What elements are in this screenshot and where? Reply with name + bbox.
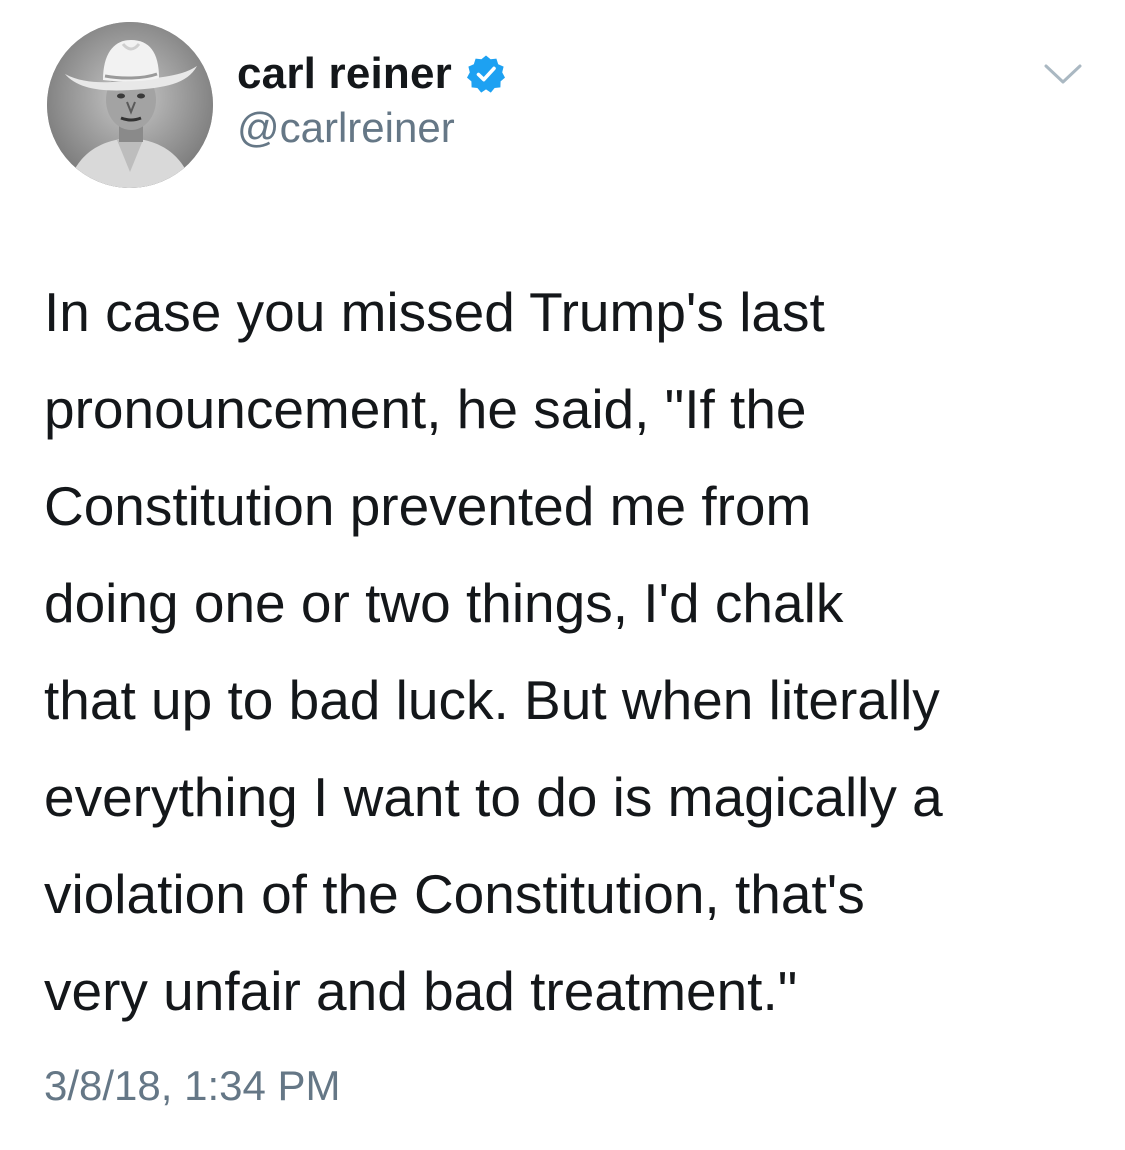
- chevron-down-icon[interactable]: [1040, 56, 1086, 92]
- tweet-text-line: violation of the Constitution, that's: [44, 863, 865, 925]
- tweet-text: In case you missed Trump's last pronounc…: [44, 264, 1094, 1040]
- tweet-text-line: Constitution prevented me from: [44, 475, 812, 537]
- profile-photo-icon: [47, 22, 213, 188]
- display-name[interactable]: carl reiner: [237, 49, 452, 99]
- tweet-timestamp[interactable]: 3/8/18, 1:34 PM: [44, 1062, 341, 1110]
- name-row: carl reiner: [237, 44, 506, 104]
- verified-badge-icon: [466, 54, 506, 94]
- tweet-text-line: doing one or two things, I'd chalk: [44, 572, 844, 634]
- user-handle[interactable]: @carlreiner: [237, 104, 455, 152]
- tweet-text-line: pronouncement, he said, "If the: [44, 378, 807, 440]
- tweet-text-line: In case you missed Trump's last: [44, 281, 825, 343]
- tweet-text-line: very unfair and bad treatment.": [44, 960, 798, 1022]
- avatar[interactable]: [47, 22, 213, 188]
- tweet-text-line: that up to bad luck. But when literally: [44, 669, 940, 731]
- tweet-text-line: everything I want to do is magically a: [44, 766, 943, 828]
- tweet-card: carl reiner @carlreiner In case you miss…: [0, 0, 1125, 1150]
